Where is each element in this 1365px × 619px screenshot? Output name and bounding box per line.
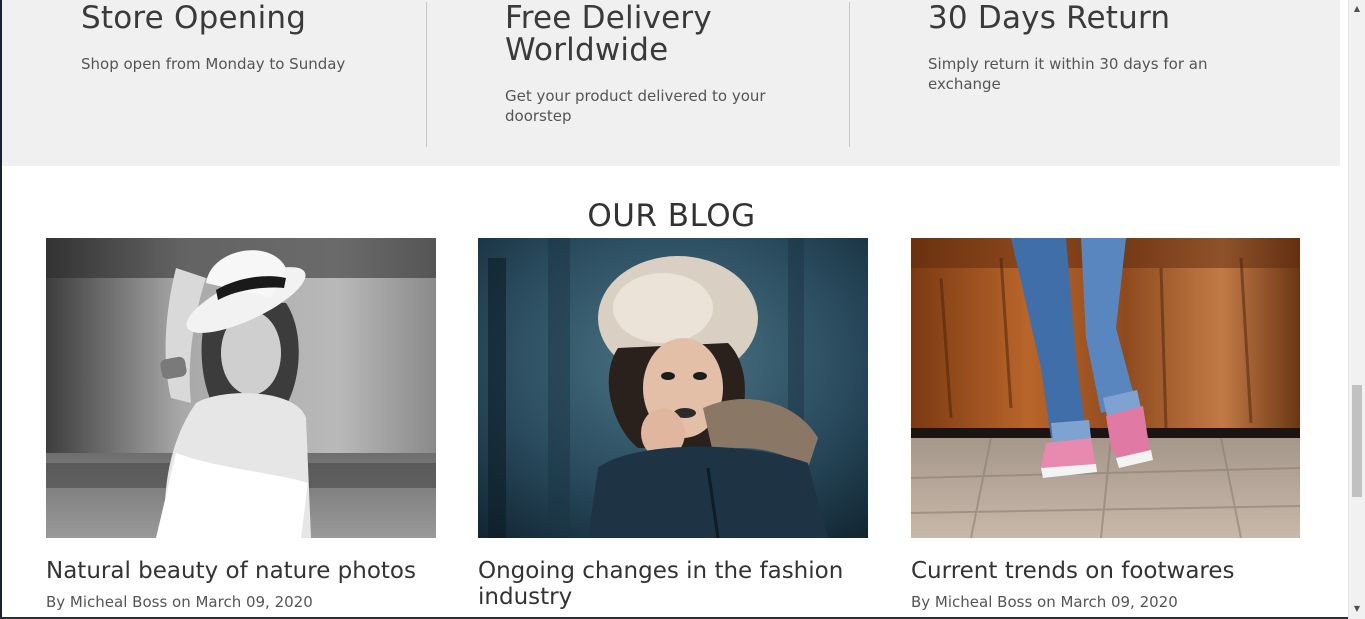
- feature-30-days-return: 30 Days Return Simply return it within 3…: [928, 0, 1248, 146]
- feature-free-delivery: Free Delivery Worldwide Get your product…: [505, 0, 825, 146]
- features-band: Store Opening Shop open from Monday to S…: [2, 0, 1340, 166]
- blog-post-title[interactable]: Natural beauty of nature photos: [46, 558, 436, 584]
- feature-divider: [849, 2, 850, 147]
- blog-heading: OUR BLOG: [587, 198, 756, 234]
- blog-post-meta: By Micheal Boss on March 09, 2020: [911, 593, 1178, 611]
- scrollbar-thumb[interactable]: [1352, 385, 1362, 497]
- feature-text: Simply return it within 30 days for an e…: [928, 55, 1208, 93]
- feature-title: 30 Days Return: [928, 0, 1171, 36]
- window-edge: [0, 0, 2, 619]
- vertical-scrollbar[interactable]: ▲ ▼: [1348, 0, 1365, 619]
- blog-card[interactable]: Current trends on footwares By Micheal B…: [911, 238, 1300, 612]
- woman-in-white-hat-photo[interactable]: [46, 238, 436, 538]
- feature-title: Store Opening: [81, 0, 307, 36]
- feature-title: Free Delivery Worldwide: [505, 0, 712, 68]
- scroll-down-arrow-icon[interactable]: ▼: [1349, 600, 1365, 617]
- blog-post-title[interactable]: Current trends on footwares: [911, 558, 1300, 584]
- blog-card[interactable]: Ongoing changes in the fashion industry: [478, 238, 868, 610]
- woman-in-fur-hood-photo[interactable]: [478, 238, 868, 538]
- scroll-up-arrow-icon[interactable]: ▲: [1349, 0, 1365, 17]
- blog-post-meta: By Micheal Boss on March 09, 2020: [46, 593, 313, 611]
- blog-post-title[interactable]: Ongoing changes in the fashion industry: [478, 558, 868, 610]
- feature-text: Get your product delivered to your doors…: [505, 87, 766, 125]
- feature-divider: [426, 2, 427, 147]
- feature-store-opening: Store Opening Shop open from Monday to S…: [81, 0, 421, 146]
- page: Store Opening Shop open from Monday to S…: [0, 0, 1365, 619]
- blog-card[interactable]: Natural beauty of nature photos By Miche…: [46, 238, 436, 612]
- jeans-and-pink-sneakers-photo[interactable]: [911, 238, 1300, 538]
- feature-text: Shop open from Monday to Sunday: [81, 55, 346, 73]
